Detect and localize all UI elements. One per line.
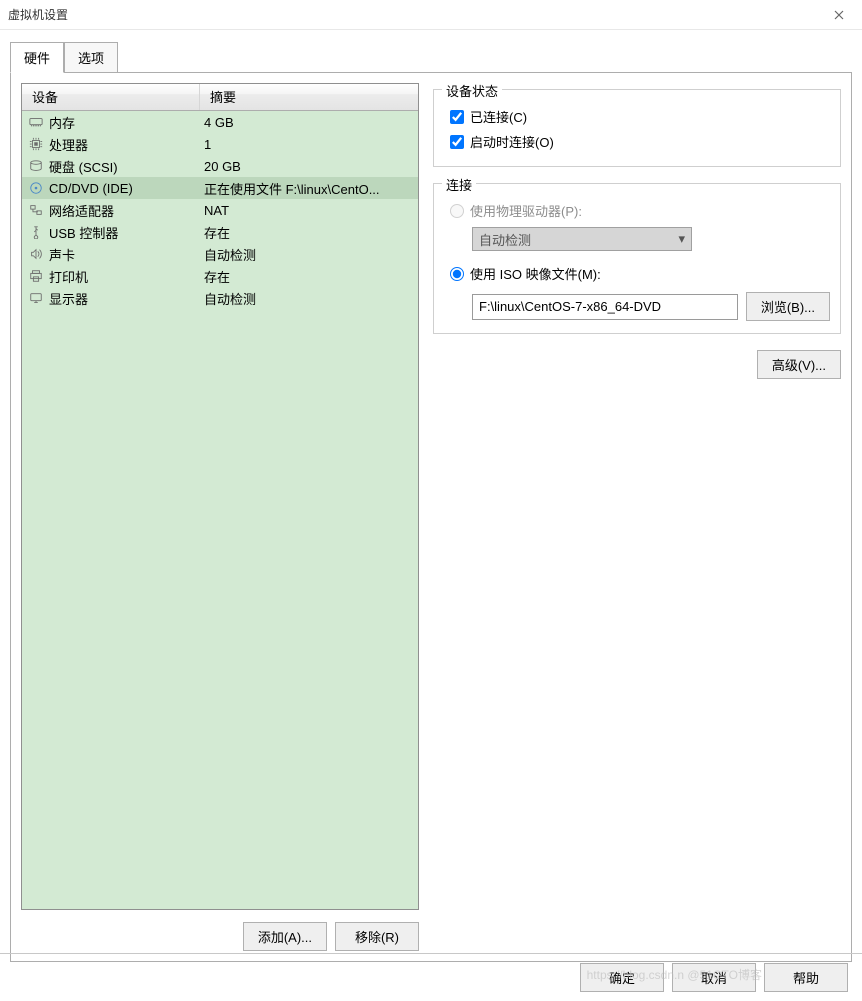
memory-icon [28,114,44,130]
advanced-row: 高级(V)... [433,344,841,379]
cpu-icon [28,136,44,152]
connection-group: 连接 使用物理驱动器(P): 自动检测 ▾ 使用 ISO 映像文件(M): 浏览… [433,183,841,334]
device-row[interactable]: 打印机 存在 [22,265,418,287]
remove-button[interactable]: 移除(R) [335,922,419,951]
device-status-group: 设备状态 已连接(C) 启动时连接(O) [433,89,841,167]
device-row[interactable]: CD/DVD (IDE) 正在使用文件 F:\linux\CentO... [22,177,418,199]
display-icon [28,290,44,306]
add-button[interactable]: 添加(A)... [243,922,327,951]
device-cell: 显示器 [22,289,200,308]
device-name: CD/DVD (IDE) [49,181,133,196]
iso-row: 浏览(B)... [472,292,830,321]
device-summary: 存在 [200,223,418,242]
physical-drive-select: 自动检测 ▾ [472,227,692,251]
disk-icon [28,158,44,174]
device-row[interactable]: 硬盘 (SCSI) 20 GB [22,155,418,177]
device-summary: 自动检测 [200,245,418,264]
device-summary: 20 GB [200,159,418,174]
connected-label: 已连接(C) [470,107,527,126]
device-list-body: 内存 4 GB 处理器 1 硬盘 (SCSI) 20 GB CD/DVD (IDE) 正在使用… [22,111,418,909]
device-list: 设备 摘要 内存 4 GB 处理器 1 硬盘 (SCSI) 20 GB CD/DVD (ID… [21,83,419,910]
device-cell: 处理器 [22,135,200,154]
use-physical-radio-row[interactable]: 使用物理驱动器(P): [444,198,830,223]
device-cell: 网络适配器 [22,201,200,220]
sound-icon [28,246,44,262]
device-row[interactable]: 内存 4 GB [22,111,418,133]
device-cell: 打印机 [22,267,200,286]
device-row[interactable]: 网络适配器 NAT [22,199,418,221]
use-iso-radio[interactable] [450,267,464,281]
device-name: 显示器 [49,289,88,308]
use-iso-label: 使用 ISO 映像文件(M): [470,264,601,283]
left-buttons: 添加(A)... 移除(R) [21,910,419,951]
browse-button[interactable]: 浏览(B)... [746,292,830,321]
device-summary: 存在 [200,267,418,286]
device-name: 声卡 [49,245,75,264]
device-cell: 声卡 [22,245,200,264]
chevron-down-icon: ▾ [678,231,685,247]
connected-checkbox-row[interactable]: 已连接(C) [444,104,830,129]
left-column: 设备 摘要 内存 4 GB 处理器 1 硬盘 (SCSI) 20 GB CD/DVD (ID… [21,83,419,951]
device-cell: USB 控制器 [22,223,200,242]
device-row[interactable]: 声卡 自动检测 [22,243,418,265]
device-name: 硬盘 (SCSI) [49,157,118,176]
connect-on-start-checkbox[interactable] [450,135,464,149]
network-icon [28,202,44,218]
connected-checkbox[interactable] [450,110,464,124]
tabs: 硬件 选项 [0,30,862,72]
ok-button[interactable]: 确定 [580,963,664,992]
use-iso-radio-row[interactable]: 使用 ISO 映像文件(M): [444,261,830,286]
device-summary: NAT [200,203,418,218]
iso-path-input[interactable] [472,294,738,320]
printer-icon [28,268,44,284]
close-button[interactable] [824,1,854,29]
use-physical-label: 使用物理驱动器(P): [470,201,582,220]
device-name: 内存 [49,113,75,132]
help-button[interactable]: 帮助 [764,963,848,992]
device-list-header: 设备 摘要 [22,84,418,111]
device-name: 网络适配器 [49,201,114,220]
device-summary: 4 GB [200,115,418,130]
connection-title: 连接 [442,175,476,194]
device-name: 打印机 [49,267,88,286]
device-cell: 硬盘 (SCSI) [22,157,200,176]
device-name: 处理器 [49,135,88,154]
col-device-header[interactable]: 设备 [22,84,200,110]
device-summary: 自动检测 [200,289,418,308]
usb-icon [28,224,44,240]
connect-on-start-row[interactable]: 启动时连接(O) [444,129,830,154]
right-column: 设备状态 已连接(C) 启动时连接(O) 连接 使用物理驱动器(P): 自动检测… [433,83,841,951]
physical-drive-value: 自动检测 [479,230,531,249]
bottom-bar: 确定 取消 帮助 [0,953,862,1001]
tab-options[interactable]: 选项 [64,42,118,72]
device-status-title: 设备状态 [442,81,502,100]
device-row[interactable]: 处理器 1 [22,133,418,155]
cd-icon [28,180,44,196]
use-physical-radio[interactable] [450,204,464,218]
cancel-button[interactable]: 取消 [672,963,756,992]
titlebar: 虚拟机设置 [0,0,862,30]
panel: 设备 摘要 内存 4 GB 处理器 1 硬盘 (SCSI) 20 GB CD/DVD (ID… [10,72,852,962]
window-title: 虚拟机设置 [8,6,824,23]
close-icon [834,10,844,20]
tab-hardware[interactable]: 硬件 [10,42,64,73]
device-row[interactable]: 显示器 自动检测 [22,287,418,309]
device-row[interactable]: USB 控制器 存在 [22,221,418,243]
device-summary: 1 [200,137,418,152]
device-name: USB 控制器 [49,223,118,242]
device-cell: 内存 [22,113,200,132]
connect-on-start-label: 启动时连接(O) [470,132,554,151]
advanced-button[interactable]: 高级(V)... [757,350,841,379]
device-cell: CD/DVD (IDE) [22,180,200,196]
device-summary: 正在使用文件 F:\linux\CentO... [200,179,418,198]
physical-drive-select-wrap: 自动检测 ▾ [472,227,830,251]
col-summary-header[interactable]: 摘要 [200,84,418,110]
